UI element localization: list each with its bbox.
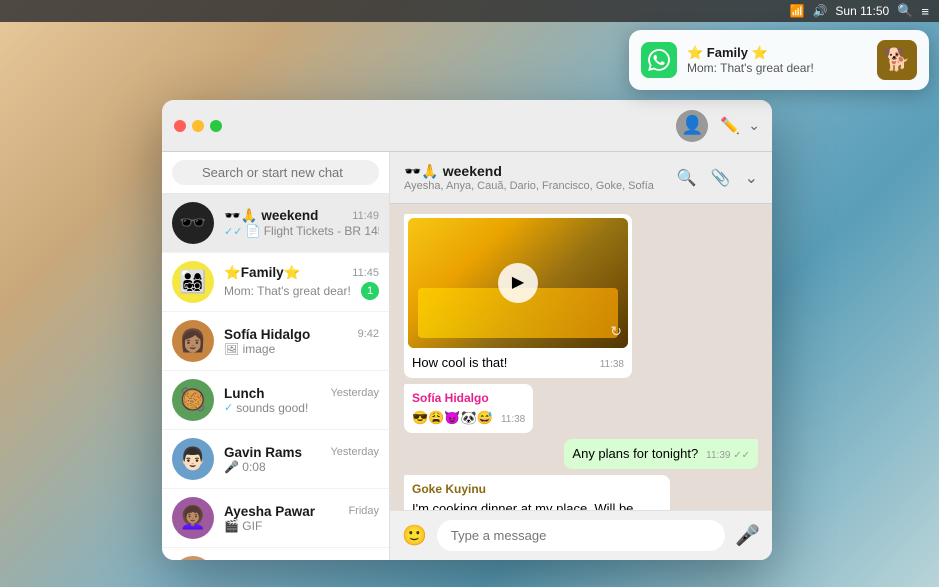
unread-badge-family: 1 <box>361 282 379 300</box>
chat-avatar-sofia: 👩🏽 <box>172 320 214 362</box>
chat-time-lunch: Yesterday <box>330 387 379 399</box>
video-time: 11:38 <box>600 358 624 372</box>
chat-name-family: ⭐Family⭐ <box>224 265 300 281</box>
chevron-down-icon[interactable]: ⌄ <box>748 117 760 134</box>
microphone-button[interactable]: 🎤 <box>735 523 760 548</box>
chat-info-family: ⭐Family⭐ 11:45 Mom: That's great dear! 1 <box>224 265 379 300</box>
video-caption: How cool is that! <box>412 355 507 370</box>
search-input[interactable] <box>172 160 379 185</box>
chat-header-actions: 🔍 📎 ⌄ <box>677 168 758 188</box>
whatsapp-window: 👤 ✏️ ⌄ 🔍 🕶️ <box>162 100 772 560</box>
menubar: 📶 🔊 Sun 11:50 🔍 ≡ <box>0 0 939 22</box>
chat-header-members: Ayesha, Anya, Cauã, Dario, Francisco, Go… <box>404 180 667 192</box>
main-content: 🔍 🕶️ 🕶️🙏 weekend 11:49 ✓✓ <box>162 152 772 560</box>
compose-icon[interactable]: ✏️ <box>720 116 740 136</box>
chat-header-info: 🕶️🙏 weekend Ayesha, Anya, Cauã, Dario, F… <box>404 163 667 192</box>
chat-preview-sofia: 🖼 image <box>224 342 379 356</box>
chat-avatar-family: 👨‍👩‍👧‍👦 <box>172 261 214 303</box>
chat-item-weekend[interactable]: 🕶️ 🕶️🙏 weekend 11:49 ✓✓ 📄 Flight Tickets… <box>162 194 389 253</box>
chat-panel: 🕶️🙏 weekend Ayesha, Anya, Cauã, Dario, F… <box>390 152 772 560</box>
chat-avatar-weekend: 🕶️ <box>172 202 214 244</box>
message-time-plans: 11:39 ✓✓ <box>706 449 750 463</box>
chat-item-lunch[interactable]: 🥘 Lunch Yesterday ✓ sounds good! <box>162 371 389 430</box>
chat-time-ayesha: Friday <box>348 505 379 517</box>
menu-icon[interactable]: ≡ <box>921 4 929 19</box>
notification-avatar: 🐕 <box>877 40 917 80</box>
chat-item-brother[interactable]: 👨🏽 Brother Friday 😏 <box>162 548 389 560</box>
chat-preview-weekend: ✓✓ 📄 Flight Tickets - BR 145.pdf <box>224 224 379 238</box>
message-goke: Goke Kuyinu I'm cooking dinner at my pla… <box>404 475 670 510</box>
chat-info-gavin: Gavin Rams Yesterday 🎤 0:08 <box>224 445 379 474</box>
chat-item-sofia[interactable]: 👩🏽 Sofía Hidalgo 9:42 🖼 image <box>162 312 389 371</box>
notification-title: ⭐ Family ⭐ <box>687 45 867 61</box>
chat-name-gavin: Gavin Rams <box>224 445 302 460</box>
chat-name-sofia: Sofía Hidalgo <box>224 327 310 342</box>
minimize-button[interactable] <box>192 120 204 132</box>
more-options-icon[interactable]: ⌄ <box>745 168 758 188</box>
chat-item-family[interactable]: 👨‍👩‍👧‍👦 ⭐Family⭐ 11:45 Mom: That's great… <box>162 253 389 312</box>
search-menubar-icon[interactable]: 🔍 <box>897 3 913 19</box>
message-sender-goke: Goke Kuyinu <box>412 481 662 498</box>
menubar-time: Sun 11:50 <box>835 4 889 18</box>
sidebar: 🔍 🕶️ 🕶️🙏 weekend 11:49 ✓✓ <box>162 152 390 560</box>
user-avatar: 👤 <box>676 110 708 142</box>
message-body-sofia: 😎😩😈🐼😅 <box>412 410 493 425</box>
message-input-bar: 🙂 🎤 <box>390 510 772 560</box>
chat-name-weekend: 🕶️🙏 weekend <box>224 208 318 224</box>
chat-info-lunch: Lunch Yesterday ✓ sounds good! <box>224 386 379 415</box>
chat-preview-lunch: ✓ sounds good! <box>224 401 379 415</box>
chat-info-sofia: Sofía Hidalgo 9:42 🖼 image <box>224 327 379 356</box>
volume-icon: 🔊 <box>812 4 827 18</box>
messages-area: ▶ ↻ How cool is that! 11:38 Sofía Hidalg… <box>390 204 772 510</box>
chat-preview-family: Mom: That's great dear! <box>224 284 351 298</box>
message-input[interactable] <box>437 520 725 551</box>
emoji-button[interactable]: 🙂 <box>402 523 427 548</box>
chat-name-ayesha: Ayesha Pawar <box>224 504 315 519</box>
message-time-sofia: 11:38 <box>501 413 525 427</box>
message-video: ▶ ↻ How cool is that! 11:38 <box>404 214 632 378</box>
chat-preview-gavin: 🎤 0:08 <box>224 460 379 474</box>
notification-app-icon <box>641 42 677 78</box>
message-body-goke: I'm cooking dinner at my place. Will be … <box>412 501 633 510</box>
maximize-button[interactable] <box>210 120 222 132</box>
chat-time-sofia: 9:42 <box>358 328 379 340</box>
chat-item-gavin[interactable]: 👨🏻 Gavin Rams Yesterday 🎤 0:08 <box>162 430 389 489</box>
message-sender-sofia: Sofía Hidalgo <box>412 390 525 407</box>
search-bar: 🔍 <box>162 152 389 194</box>
chat-avatar-ayesha: 👩🏽‍🦱 <box>172 497 214 539</box>
chat-item-ayesha[interactable]: 👩🏽‍🦱 Ayesha Pawar Friday 🎬 GIF <box>162 489 389 548</box>
notification-content: ⭐ Family ⭐ Mom: That's great dear! <box>687 45 867 75</box>
chat-header: 🕶️🙏 weekend Ayesha, Anya, Cauã, Dario, F… <box>390 152 772 204</box>
chat-avatar-lunch: 🥘 <box>172 379 214 421</box>
attach-icon[interactable]: 📎 <box>711 168 731 188</box>
forward-icon: ↻ <box>610 322 622 342</box>
chat-avatar-brother: 👨🏽 <box>172 556 214 560</box>
wifi-icon: 📶 <box>789 4 804 18</box>
titlebar: 👤 ✏️ ⌄ <box>162 100 772 152</box>
traffic-lights <box>174 120 222 132</box>
chat-info-weekend: 🕶️🙏 weekend 11:49 ✓✓ 📄 Flight Tickets - … <box>224 208 379 238</box>
chat-time-family: 11:45 <box>352 267 379 279</box>
video-thumbnail: ▶ ↻ <box>408 218 628 348</box>
titlebar-actions: ✏️ ⌄ <box>720 116 760 136</box>
notification-banner[interactable]: ⭐ Family ⭐ Mom: That's great dear! 🐕 <box>629 30 929 90</box>
play-button[interactable]: ▶ <box>498 263 538 303</box>
chat-info-ayesha: Ayesha Pawar Friday 🎬 GIF <box>224 504 379 533</box>
chat-preview-ayesha: 🎬 GIF <box>224 519 379 533</box>
search-chat-icon[interactable]: 🔍 <box>677 168 697 188</box>
close-button[interactable] <box>174 120 186 132</box>
message-body-plans: Any plans for tonight? <box>572 446 698 461</box>
notification-body: Mom: That's great dear! <box>687 61 867 75</box>
chat-header-name: 🕶️🙏 weekend <box>404 163 667 180</box>
message-sofia-emoji: Sofía Hidalgo 😎😩😈🐼😅 11:38 <box>404 384 533 433</box>
message-plans: Any plans for tonight? 11:39 ✓✓ <box>564 439 758 469</box>
chat-list: 🕶️ 🕶️🙏 weekend 11:49 ✓✓ 📄 Flight Tickets… <box>162 194 389 560</box>
chat-avatar-gavin: 👨🏻 <box>172 438 214 480</box>
chat-time-weekend: 11:49 <box>352 210 379 222</box>
chat-name-lunch: Lunch <box>224 386 265 401</box>
chat-time-gavin: Yesterday <box>330 446 379 458</box>
